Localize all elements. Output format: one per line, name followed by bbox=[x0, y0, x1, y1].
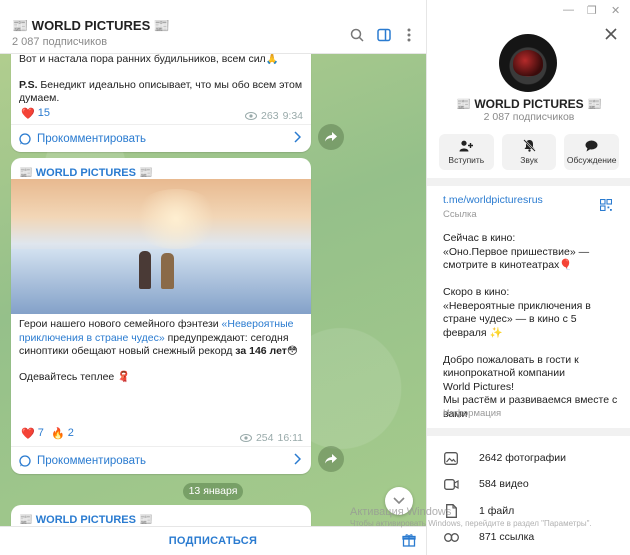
chevron-right-icon bbox=[294, 131, 301, 143]
media-links-row[interactable]: 871 ссылка bbox=[443, 529, 534, 545]
join-button[interactable]: Вступить bbox=[439, 134, 494, 170]
comment-label: Прокомментировать bbox=[37, 454, 147, 467]
section-divider bbox=[427, 178, 630, 186]
comment-button[interactable]: Прокомментировать bbox=[11, 124, 311, 152]
reaction-count: 7 bbox=[37, 427, 44, 439]
message-bubble: 📰 WORLD PICTURES 📰 Герои нашего нового с… bbox=[11, 158, 311, 474]
gift-icon[interactable] bbox=[402, 533, 416, 550]
photo-sun bbox=[131, 189, 221, 249]
text-bold: за 146 лет bbox=[235, 345, 287, 357]
sidebar-toggle-icon[interactable] bbox=[375, 26, 393, 44]
chat-title[interactable]: 📰 WORLD PICTURES 📰 bbox=[12, 18, 170, 34]
bell-muted-icon bbox=[522, 139, 536, 152]
reaction-count: 15 bbox=[37, 107, 50, 119]
watermark-text: Чтобы активировать Windows, перейдите в … bbox=[350, 519, 592, 528]
chat-header[interactable]: 📰 WORLD PICTURES 📰 2 087 подписчиков bbox=[0, 0, 426, 54]
add-user-icon bbox=[459, 140, 474, 151]
info-caption: Информация bbox=[443, 408, 502, 419]
view-count: 254 bbox=[255, 432, 274, 444]
stat-text: 871 ссылка bbox=[479, 531, 535, 543]
restore-icon[interactable]: ❐ bbox=[587, 4, 597, 17]
share-icon bbox=[325, 454, 337, 464]
link-icon bbox=[443, 529, 459, 545]
photo-figure bbox=[161, 253, 174, 289]
message-bubble: Вот и настала пора ранних будильников, в… bbox=[11, 40, 311, 152]
share-button[interactable] bbox=[318, 124, 344, 150]
chevron-down-icon bbox=[393, 497, 405, 505]
channel-subscribers: 2 087 подписчиков bbox=[483, 111, 575, 123]
view-count: 263 bbox=[261, 110, 279, 122]
comment-button[interactable]: Прокомментировать bbox=[11, 446, 311, 474]
channel-title: 📰 WORLD PICTURES 📰 bbox=[456, 97, 602, 111]
heart-icon: ❤️ bbox=[21, 427, 35, 440]
channel-info-panel: — ❐ ✕ 📰 WORLD PICTURES 📰 2 087 подписчик… bbox=[426, 0, 630, 555]
section-divider bbox=[427, 428, 630, 436]
windows-activation-watermark: Активация Windows Чтобы активировать Win… bbox=[350, 506, 592, 528]
message-text: Герои нашего нового семейного фэнтези «Н… bbox=[19, 318, 303, 384]
ps-text: Бенедикт идеально описывает, что мы обо … bbox=[19, 78, 303, 105]
discussion-button[interactable]: Обсуждение bbox=[564, 134, 620, 170]
link-caption: Ссылка bbox=[443, 209, 477, 220]
message-photo[interactable] bbox=[11, 179, 311, 314]
photo-figure bbox=[139, 251, 151, 289]
message-time: 16:11 bbox=[277, 432, 304, 444]
chat-subscribers: 2 087 подписчиков bbox=[12, 36, 108, 48]
media-videos-row[interactable]: 584 видео bbox=[443, 476, 529, 492]
video-icon bbox=[443, 476, 459, 492]
message-time: 9:34 bbox=[282, 110, 303, 122]
message-channel-name[interactable]: 📰 WORLD PICTURES 📰 bbox=[19, 166, 153, 179]
join-label: Вступить bbox=[448, 154, 485, 165]
channel-description: Сейчас в кино: «Оно.Первое пришествие» —… bbox=[443, 232, 618, 420]
eye-icon bbox=[239, 434, 252, 442]
action-buttons: Вступить Звук Обсуждение bbox=[439, 134, 620, 170]
heart-icon: ❤️ bbox=[21, 107, 35, 120]
stat-text: 584 видео bbox=[479, 478, 529, 490]
discussion-label: Обсуждение bbox=[566, 154, 617, 165]
message-line: Одевайтесь теплее 🧣 bbox=[19, 370, 131, 383]
message-text: Вот и настала пора ранних будильников, в… bbox=[19, 53, 303, 106]
message-meta: 254 16:11 bbox=[239, 432, 304, 444]
media-photos-row[interactable]: 2642 фотографии bbox=[443, 450, 566, 466]
window-close-icon[interactable]: ✕ bbox=[611, 4, 620, 17]
share-button[interactable] bbox=[318, 446, 344, 472]
reaction-count: 2 bbox=[67, 427, 74, 439]
subscribe-bar: ПОДПИСАТЬСЯ bbox=[0, 526, 426, 555]
qr-code-icon[interactable] bbox=[599, 198, 613, 214]
chat-area: 📰 WORLD PICTURES 📰 2 087 подписчиков Вот… bbox=[0, 0, 426, 555]
emoji: 😳 bbox=[286, 345, 298, 357]
more-vertical-icon[interactable] bbox=[400, 26, 418, 44]
message-ps: P.S. Бенедикт идеально описывает, что мы… bbox=[19, 79, 303, 106]
share-icon bbox=[325, 132, 337, 142]
date-separator: 13 января bbox=[183, 483, 243, 500]
sound-button[interactable]: Звук bbox=[501, 134, 557, 170]
minimize-icon[interactable]: — bbox=[563, 4, 574, 16]
reaction-heart[interactable]: ❤️ 15 bbox=[19, 104, 56, 122]
channel-link[interactable]: t.me/worldpicturesrus bbox=[443, 194, 543, 206]
ps-label: P.S. bbox=[19, 78, 38, 91]
photo-icon bbox=[443, 450, 459, 466]
search-icon[interactable] bbox=[348, 26, 366, 44]
watermark-title: Активация Windows bbox=[350, 506, 452, 518]
comment-label: Прокомментировать bbox=[37, 132, 147, 145]
message-channel-name[interactable]: 📰 WORLD PICTURES 📰 bbox=[19, 513, 153, 526]
eye-icon bbox=[245, 112, 258, 120]
reaction-fire[interactable]: 🔥 2 bbox=[49, 424, 80, 442]
text-part: Герои нашего нового семейного фэнтези bbox=[19, 318, 222, 330]
comment-icon bbox=[19, 132, 31, 145]
stat-text: 2642 фотографии bbox=[479, 452, 566, 464]
channel-avatar[interactable] bbox=[499, 34, 557, 92]
comment-icon bbox=[19, 454, 31, 467]
chevron-right-icon bbox=[294, 453, 301, 465]
fire-icon: 🔥 bbox=[51, 427, 65, 440]
subscribe-button[interactable]: ПОДПИСАТЬСЯ bbox=[0, 535, 426, 547]
close-panel-icon[interactable] bbox=[605, 28, 617, 43]
chat-bubble-icon bbox=[585, 140, 598, 151]
sound-label: Звук bbox=[520, 155, 538, 165]
message-line: Вот и настала пора ранних будильников, в… bbox=[19, 53, 279, 65]
reaction-heart[interactable]: ❤️ 7 bbox=[19, 424, 50, 442]
message-meta: 263 9:34 bbox=[245, 110, 303, 122]
